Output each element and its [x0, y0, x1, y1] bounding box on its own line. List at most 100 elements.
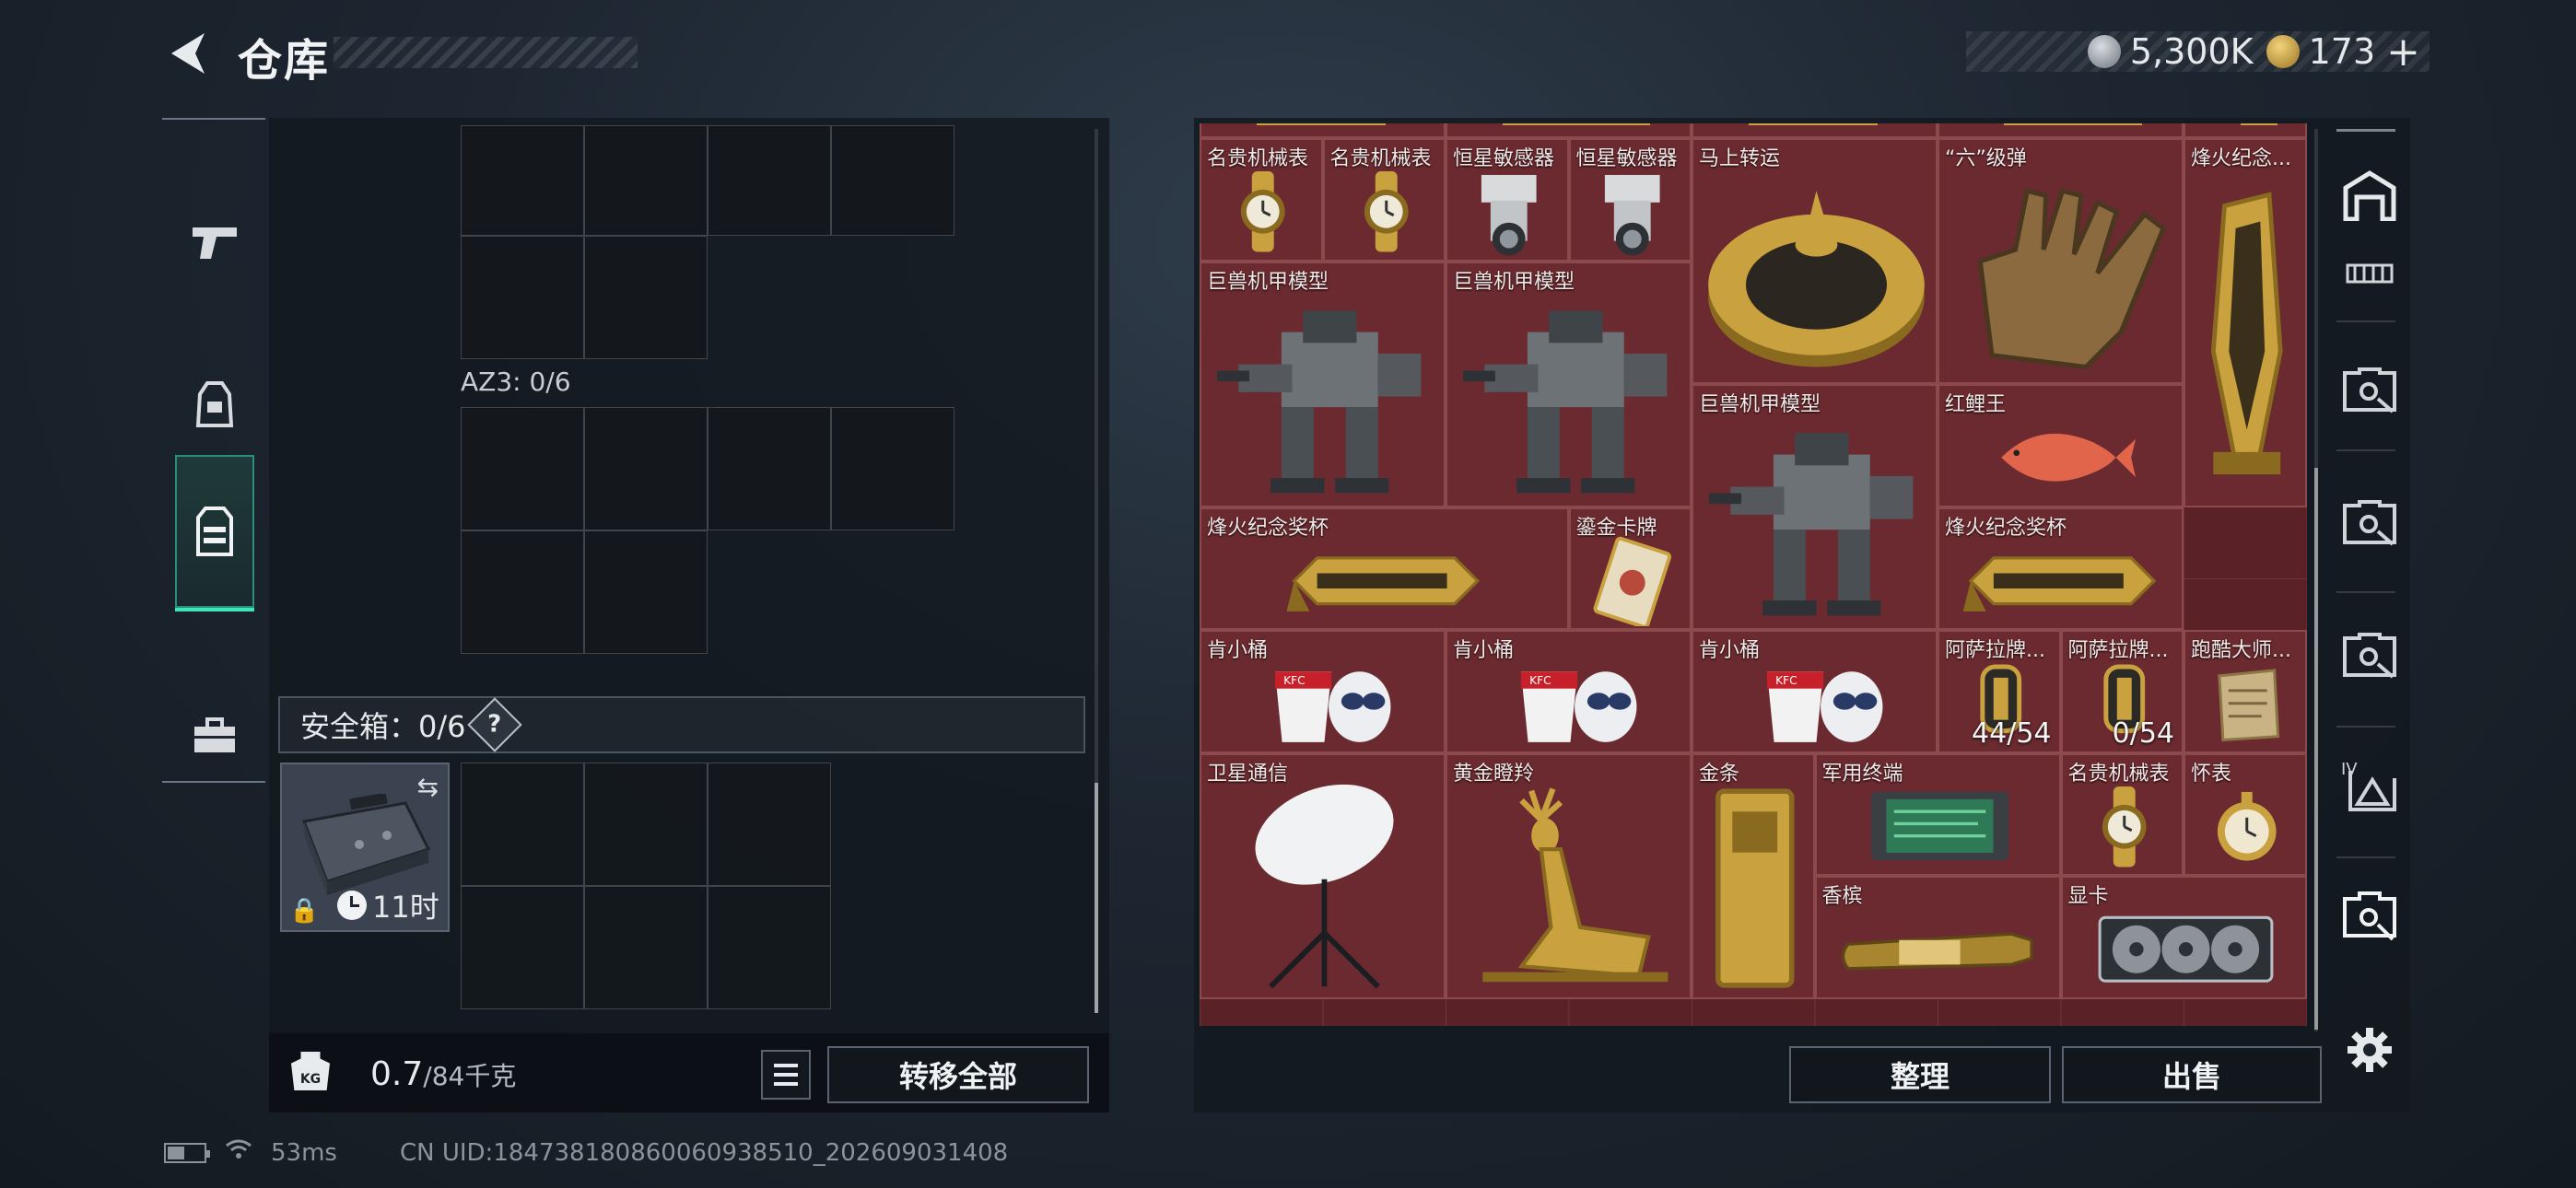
storage-item[interactable]: 烽火纪念奖杯 [1938, 507, 2184, 630]
terminal-icon [1870, 791, 2008, 860]
storage-item[interactable]: 烽火纪念奖杯 [1200, 507, 1569, 630]
storage-item[interactable]: 黄金瞪羚 [1446, 752, 1692, 999]
slot[interactable] [584, 886, 708, 1009]
weight-value: 0.7 [370, 1055, 424, 1093]
storage-item[interactable]: 巨兽机甲模型 [1692, 384, 1938, 630]
storage-item[interactable]: 阿萨拉牌... 44/54 [1938, 630, 2061, 753]
tab-vest[interactable] [175, 455, 254, 611]
storage-item[interactable]: 香槟 [1814, 876, 2061, 999]
swap-icon[interactable]: ⇆ [417, 772, 439, 802]
slot[interactable] [708, 886, 831, 1009]
slot[interactable] [708, 407, 831, 530]
currency-bar: 5,300K 173 + [1966, 29, 2430, 76]
storage-item[interactable]: 红鲤王 [1938, 384, 2184, 507]
storage-item[interactable]: 名贵机械表 [1322, 138, 1446, 262]
slot[interactable] [461, 125, 584, 236]
slot[interactable] [461, 530, 584, 654]
storage-item[interactable]: 阿萨拉牌... 0/54 [2060, 630, 2184, 753]
transfer-all-button[interactable]: 转移全部 [827, 1046, 1089, 1103]
storage-item[interactable]: 金条 [1692, 752, 1815, 999]
settings-icon [2348, 1028, 2392, 1072]
slot[interactable] [461, 886, 584, 1009]
tab-case[interactable] [175, 659, 254, 812]
filter-separator [2336, 726, 2395, 728]
paper-icon [2218, 669, 2280, 742]
storage-item-cut[interactable] [1200, 123, 1446, 138]
filter-keys-3[interactable] [2340, 626, 2399, 685]
tab-weapons[interactable] [175, 166, 254, 319]
filter-keys-2[interactable] [2340, 494, 2399, 553]
item-count: 44/54 [1972, 716, 2052, 750]
storage-item-cut[interactable] [1692, 123, 1938, 138]
storage-item[interactable]: KFC 肯小桶 [1692, 630, 1938, 753]
storage-item[interactable]: 名贵机械表 [2060, 752, 2184, 876]
briefcase-icon [194, 717, 235, 752]
left-scrollbar-thumb[interactable] [1095, 783, 1098, 1013]
storage-item[interactable]: 怀表 [2184, 752, 2307, 876]
svg-text:KFC: KFC [1283, 674, 1306, 687]
slot[interactable] [584, 236, 708, 359]
slot[interactable] [584, 125, 708, 236]
filter-key-icon [2343, 500, 2396, 546]
add-currency-button[interactable]: + [2386, 29, 2420, 76]
safebox-case-slot[interactable]: ⇆ 🔒 11时 [280, 763, 450, 932]
filter-keys-4[interactable]: IV [2340, 757, 2399, 816]
slot[interactable] [708, 763, 831, 886]
storage-item[interactable]: 卫星通信 [1200, 752, 1446, 999]
storage-item[interactable]: 马上转运 [1692, 138, 1938, 384]
storage-item[interactable]: 跑酷大师... [2184, 630, 2307, 753]
slot[interactable] [461, 236, 584, 359]
settings-button[interactable] [2340, 1020, 2399, 1079]
list-view-button[interactable] [761, 1050, 811, 1100]
sort-button[interactable]: 整理 [1789, 1046, 2051, 1103]
disc-icon [1708, 191, 1925, 367]
list-icon-line [774, 1082, 798, 1086]
mech-icon [1709, 433, 1914, 616]
storage-item-cut[interactable] [1938, 123, 2184, 138]
empty-space [831, 530, 954, 654]
slot[interactable] [831, 125, 954, 236]
storage-item[interactable]: “六”级弹 [1938, 138, 2184, 384]
storage-item[interactable]: 鎏金卡牌 [1568, 507, 1692, 630]
storage-item[interactable]: 名贵机械表 [1200, 138, 1323, 262]
slot[interactable] [461, 763, 584, 886]
filter-ammo[interactable] [2340, 241, 2399, 300]
item-name: 烽火纪念... [2191, 147, 2291, 170]
storage-grid: 名贵机械表 名贵机械表 恒星敏感器 恒星敏感器 马上转运 “六”级弹 烽火纪念... 巨兽机甲… [1200, 123, 2307, 1026]
storage-item[interactable]: KFC 肯小桶 [1200, 630, 1446, 753]
right-scrollbar-thumb[interactable] [2314, 468, 2318, 1030]
empty-space [831, 236, 954, 359]
filter-keys-5[interactable] [2340, 888, 2399, 947]
storage-item[interactable]: 巨兽机甲模型 [1446, 261, 1692, 507]
storage-item[interactable]: 巨兽机甲模型 [1200, 261, 1446, 507]
back-button[interactable] [158, 24, 217, 83]
storage-item[interactable]: 恒星敏感器 [1446, 138, 1569, 262]
storage-item-cut[interactable] [2184, 123, 2307, 138]
empty-space [708, 236, 831, 359]
svg-text:KFC: KFC [1529, 674, 1551, 687]
currency-silver[interactable]: 5,300K [2087, 31, 2254, 72]
sensor-icon [1604, 174, 1660, 256]
filter-storage[interactable] [2340, 166, 2399, 225]
slot[interactable] [831, 407, 954, 530]
slot[interactable] [584, 763, 708, 886]
storage-item[interactable]: 恒星敏感器 [1568, 138, 1692, 262]
item-name: 怀表 [2191, 762, 2232, 786]
fish-icon [2001, 433, 2137, 482]
storage-item[interactable]: 烽火纪念... [2184, 138, 2307, 507]
slot[interactable] [584, 407, 708, 530]
currency-gold[interactable]: 173 + [2266, 29, 2420, 76]
backpack-icon [195, 381, 234, 427]
filter-keys-1[interactable] [2340, 361, 2399, 420]
slot[interactable] [461, 407, 584, 530]
slot[interactable] [584, 530, 708, 654]
storage-item[interactable]: KFC 肯小桶 [1446, 630, 1692, 753]
item-name: “六”级弹 [1945, 147, 2027, 170]
storage-item-cut[interactable] [1446, 123, 1692, 138]
slot[interactable] [708, 125, 831, 236]
storage-item[interactable]: 军用终端 [1814, 752, 2061, 876]
help-button[interactable]: ? [466, 697, 522, 752]
storage-item[interactable]: 显卡 [2060, 876, 2307, 999]
item-name: 香槟 [1821, 885, 1863, 908]
sell-button[interactable]: 出售 [2062, 1046, 2322, 1103]
